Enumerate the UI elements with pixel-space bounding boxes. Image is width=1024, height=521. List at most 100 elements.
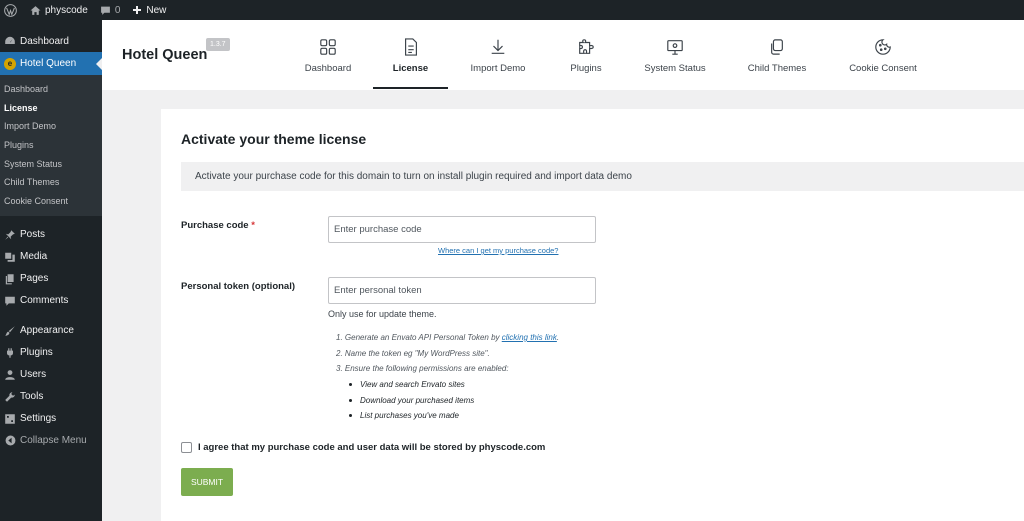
- permissions-list: View and search Envato sites Download yo…: [349, 377, 474, 424]
- sidebar-item-posts[interactable]: Posts: [0, 224, 102, 246]
- sidebar-item-settings[interactable]: Settings: [0, 408, 102, 430]
- sidebar-item-label: Dashboard: [20, 35, 69, 47]
- sidebar-item-label: Settings: [20, 413, 57, 425]
- required-mark: *: [251, 220, 255, 231]
- tab-plugins[interactable]: Plugins: [556, 20, 616, 90]
- list-item: View and search Envato sites: [349, 377, 474, 393]
- tab-label: Child Themes: [747, 63, 807, 74]
- puzzle-icon: [577, 37, 595, 57]
- copy-icon: [769, 37, 785, 57]
- monitor-icon: [666, 37, 684, 57]
- site-name-link[interactable]: physcode: [24, 0, 94, 20]
- tab-import-demo[interactable]: Import Demo: [463, 20, 533, 90]
- tab-label: System Status: [644, 63, 706, 74]
- submenu-item-cookie-consent[interactable]: Cookie Consent: [0, 192, 102, 211]
- sidebar-item-tools[interactable]: Tools: [0, 386, 102, 408]
- sidebar-item-label: Users: [20, 369, 47, 381]
- sidebar-item-comments[interactable]: Comments: [0, 290, 102, 312]
- sidebar-item-label: Appearance: [20, 325, 74, 337]
- instruction-step-1: 1. Generate an Envato API Personal Token…: [336, 330, 559, 346]
- sidebar-item-label: Tools: [20, 391, 44, 403]
- purchase-code-label-text: Purchase code: [181, 220, 249, 231]
- token-instructions: 1. Generate an Envato API Personal Token…: [336, 330, 559, 377]
- sidebar-item-label: Media: [20, 251, 48, 263]
- brush-icon: [4, 325, 16, 337]
- sidebar-item-label: Pages: [20, 273, 49, 285]
- bullet: [349, 414, 352, 418]
- tab-label: Dashboard: [304, 63, 352, 74]
- sidebar-item-label: Posts: [20, 229, 46, 241]
- dashboard-icon: [4, 35, 16, 47]
- collapse-label: Collapse Menu: [20, 435, 87, 447]
- collapse-icon: [4, 435, 16, 447]
- personal-token-input[interactable]: [328, 277, 596, 304]
- purchase-code-help-link[interactable]: Where can I get my purchase code?: [438, 246, 558, 255]
- sidebar-item-dashboard[interactable]: Dashboard: [0, 30, 102, 52]
- list-item: Download your purchased items: [349, 393, 474, 409]
- sidebar-item-label: Comments: [20, 295, 69, 307]
- comments-link[interactable]: 0: [94, 0, 127, 20]
- submenu-item-import-demo[interactable]: Import Demo: [0, 117, 102, 136]
- wordpress-icon: [3, 3, 17, 17]
- site-name: physcode: [45, 4, 88, 16]
- step-text: .: [556, 333, 560, 342]
- wordpress-logo-button[interactable]: [0, 0, 20, 20]
- admin-sidebar: Dashboard e Hotel Queen Dashboard Licens…: [0, 20, 102, 521]
- collapse-menu-button[interactable]: Collapse Menu: [0, 430, 102, 452]
- submenu-item-plugins[interactable]: Plugins: [0, 136, 102, 155]
- submit-button[interactable]: SUBMIT: [181, 468, 233, 496]
- token-usage-note: Only use for update theme.: [328, 309, 437, 319]
- plugin-icon: [4, 347, 16, 359]
- wrench-icon: [4, 391, 16, 403]
- grid-icon: [319, 37, 337, 57]
- sidebar-item-hotel-queen[interactable]: e Hotel Queen: [0, 52, 102, 75]
- tab-license[interactable]: License: [373, 20, 448, 90]
- tab-system-status[interactable]: System Status: [635, 20, 715, 90]
- page-title: Activate your theme license: [181, 131, 367, 147]
- tab-label: Cookie Consent: [849, 63, 917, 74]
- sidebar-item-plugins[interactable]: Plugins: [0, 342, 102, 364]
- new-label: New: [146, 4, 167, 16]
- sidebar-item-users[interactable]: Users: [0, 364, 102, 386]
- comment-icon: [100, 6, 110, 15]
- download-icon: [489, 37, 507, 57]
- submenu-item-dashboard[interactable]: Dashboard: [0, 80, 102, 99]
- sidebar-item-label: Hotel Queen: [20, 58, 77, 69]
- theme-tabs: Dashboard License Import Demo Plugins Sy…: [102, 20, 1024, 90]
- submenu-item-license[interactable]: License: [0, 99, 102, 118]
- license-notice: Activate your purchase code for this dom…: [181, 162, 1024, 191]
- home-icon: [30, 5, 41, 15]
- tab-label: Import Demo: [470, 63, 526, 74]
- list-item: List purchases you've made: [349, 408, 474, 424]
- permission-text: View and search Envato sites: [360, 380, 465, 389]
- instruction-step-2: 2. Name the token eg "My WordPress site"…: [336, 348, 490, 358]
- tab-dashboard[interactable]: Dashboard: [298, 20, 358, 90]
- sidebar-item-appearance[interactable]: Appearance: [0, 320, 102, 342]
- comments-count: 0: [114, 4, 121, 16]
- sidebar-item-media[interactable]: Media: [0, 246, 102, 268]
- envato-token-link[interactable]: clicking this link: [502, 333, 557, 342]
- bullet: [349, 398, 352, 402]
- instruction-step-3: 3. Ensure the following permissions are …: [336, 364, 509, 373]
- personal-token-label: Personal token (optional): [181, 281, 296, 292]
- submenu-item-system-status[interactable]: System Status: [0, 155, 102, 174]
- tab-cookie-consent[interactable]: Cookie Consent: [843, 20, 923, 90]
- submenu-item-child-themes[interactable]: Child Themes: [0, 173, 102, 192]
- agree-row: I agree that my purchase code and user d…: [181, 442, 545, 453]
- new-content-link[interactable]: New: [126, 0, 172, 20]
- cookie-icon: [874, 37, 892, 57]
- document-icon: [403, 37, 419, 57]
- users-icon: [4, 369, 16, 381]
- tab-child-themes[interactable]: Child Themes: [737, 20, 817, 90]
- sidebar-item-pages[interactable]: Pages: [0, 268, 102, 290]
- theme-header: Hotel Queen 1.3.7 Dashboard License Impo…: [102, 20, 1024, 90]
- permission-text: Download your purchased items: [360, 395, 475, 405]
- agree-checkbox[interactable]: [181, 442, 192, 453]
- agree-label[interactable]: I agree that my purchase code and user d…: [198, 442, 545, 453]
- purchase-code-input[interactable]: [328, 216, 596, 243]
- tab-label: Plugins: [570, 63, 602, 74]
- pages-icon: [4, 273, 16, 285]
- license-card: Activate your theme license Activate you…: [161, 109, 1024, 521]
- bullet: [349, 383, 352, 387]
- settings-icon: [4, 413, 16, 425]
